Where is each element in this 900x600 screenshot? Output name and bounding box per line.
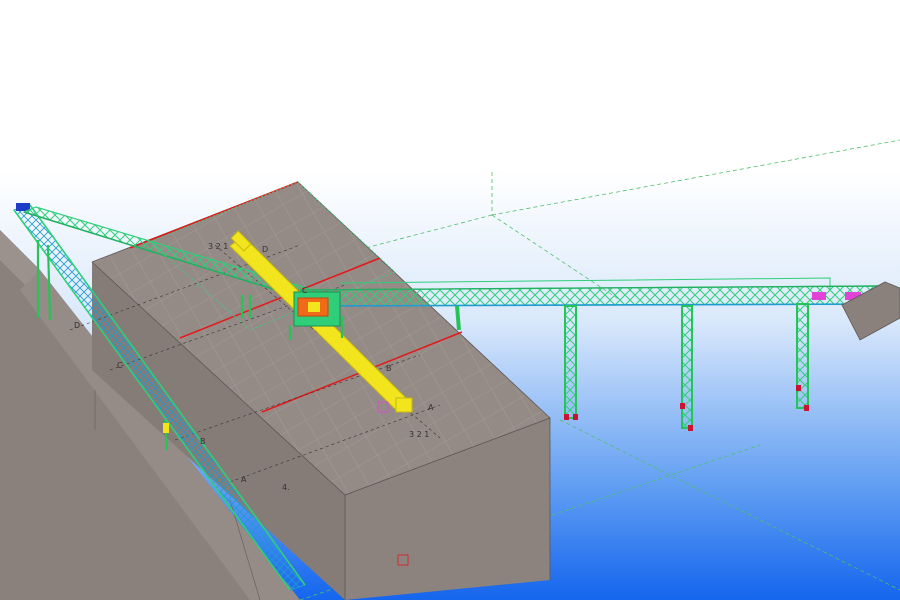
- grid-label-a-bottom: A: [241, 475, 247, 484]
- 3d-model-viewport[interactable]: 3 2 1 D C B A 3 2 1 D C B A 4.: [0, 0, 900, 600]
- grid-label-321-top: 3 2 1: [208, 242, 228, 251]
- grid-label-4-bottom: 4.: [282, 483, 290, 492]
- grid-label-321-bottom: 3 2 1: [409, 430, 429, 439]
- grid-label-b-left: B: [200, 437, 206, 446]
- trestle-3: [796, 303, 809, 411]
- grid-label-d-left: D: [74, 321, 80, 330]
- grid-label-d-top: D: [262, 245, 268, 254]
- trestle-1: [564, 305, 578, 420]
- grid-label-b-top: B: [386, 364, 392, 373]
- grid-label-c-top: C: [302, 286, 308, 295]
- trestle-2: [680, 305, 693, 431]
- trestle-foot: [564, 414, 569, 420]
- grid-label-c-left: C: [117, 361, 123, 370]
- grid-label-a-right: A: [428, 403, 434, 412]
- gallery-column-start: [455, 305, 461, 331]
